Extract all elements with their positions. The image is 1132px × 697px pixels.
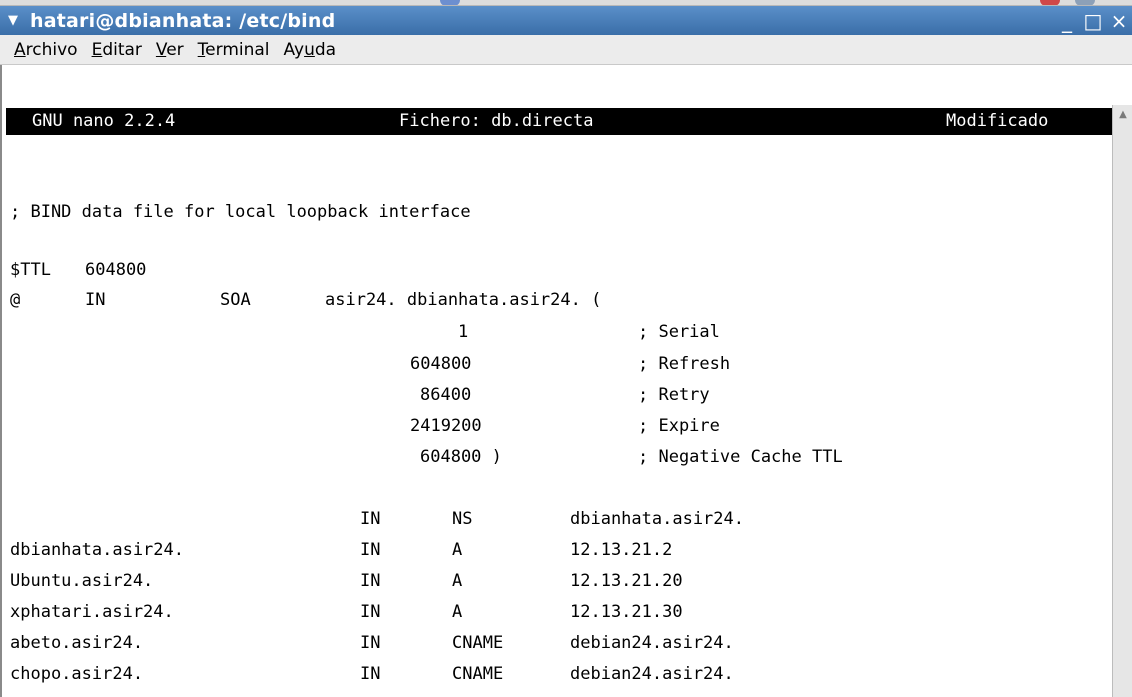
record-class: IN bbox=[360, 571, 381, 591]
window-menu-icon[interactable]: ▼ bbox=[8, 14, 24, 27]
record-value: 12.13.21.30 bbox=[570, 602, 683, 622]
record-name: chopo.asir24. bbox=[10, 664, 144, 684]
terminal-scrollbar[interactable]: ▲ bbox=[1112, 105, 1132, 697]
menubar: Archivo Editar Ver Terminal Ayuda bbox=[0, 35, 1132, 65]
soa-retry-comment: ; Retry bbox=[638, 385, 710, 405]
record-class: IN bbox=[360, 509, 381, 529]
file-comment: ; BIND data file for local loopback inte… bbox=[10, 202, 471, 222]
record-type: CNAME bbox=[452, 664, 504, 684]
menu-editar[interactable]: Editar bbox=[92, 40, 142, 60]
ttl-value: 604800 bbox=[85, 260, 147, 280]
soa-refresh-comment: ; Refresh bbox=[638, 354, 731, 374]
window-titlebar[interactable]: ▼ hatari@dbianhata: /etc/bind _ □ × bbox=[0, 6, 1132, 35]
soa-expire-value: 2419200 bbox=[410, 416, 482, 436]
nano-version: GNU nano 2.2.4 bbox=[32, 111, 176, 131]
record-value: debian24.asir24. bbox=[570, 664, 734, 684]
soa-expire-comment: ; Expire bbox=[638, 416, 720, 436]
record-type: A bbox=[452, 571, 463, 591]
soa-at: @ bbox=[10, 290, 21, 310]
soa-negttl-comment: ; Negative Cache TTL bbox=[638, 447, 843, 467]
window-title: hatari@dbianhata: /etc/bind bbox=[30, 9, 336, 32]
soa-negttl-value: 604800 ) bbox=[420, 447, 502, 467]
record-class: IN bbox=[360, 633, 381, 653]
record-type: NS bbox=[452, 509, 473, 529]
nano-filename: Fichero: db.directa bbox=[399, 111, 594, 131]
minimize-icon[interactable]: _ bbox=[1054, 6, 1080, 35]
soa-retry-value: 86400 bbox=[420, 385, 472, 405]
record-value: 12.13.21.20 bbox=[570, 571, 683, 591]
menu-terminal[interactable]: Terminal bbox=[198, 40, 270, 60]
soa-class: IN bbox=[85, 290, 106, 310]
menu-ver[interactable]: Ver bbox=[156, 40, 184, 60]
maximize-icon[interactable]: □ bbox=[1080, 6, 1106, 35]
record-name: dbianhata.asir24. bbox=[10, 540, 184, 560]
ttl-label: $TTL bbox=[10, 260, 51, 280]
menu-archivo[interactable]: Archivo bbox=[14, 40, 78, 60]
record-type: A bbox=[452, 602, 463, 622]
record-type: CNAME bbox=[452, 633, 504, 653]
record-class: IN bbox=[360, 602, 381, 622]
record-class: IN bbox=[360, 664, 381, 684]
record-class: IN bbox=[360, 540, 381, 560]
record-value: debian24.asir24. bbox=[570, 633, 734, 653]
soa-serial-comment: ; Serial bbox=[638, 322, 720, 342]
window-controls: _ □ × bbox=[1054, 6, 1132, 35]
record-value: 12.13.21.2 bbox=[570, 540, 673, 560]
soa-value: asir24. dbianhata.asir24. ( bbox=[325, 290, 602, 310]
close-icon[interactable]: × bbox=[1106, 6, 1132, 35]
nano-header: GNU nano 2.2.4 Fichero: db.directa Modif… bbox=[6, 108, 1112, 135]
record-name: abeto.asir24. bbox=[10, 633, 144, 653]
scroll-up-icon[interactable]: ▲ bbox=[1116, 109, 1130, 121]
record-type: A bbox=[452, 540, 463, 560]
record-value: dbianhata.asir24. bbox=[570, 509, 744, 529]
soa-type: SOA bbox=[220, 290, 251, 310]
menu-ayuda[interactable]: Ayuda bbox=[284, 40, 337, 60]
record-name: xphatari.asir24. bbox=[10, 602, 174, 622]
soa-serial-value: 1 bbox=[458, 322, 469, 342]
record-name: Ubuntu.asir24. bbox=[10, 571, 154, 591]
soa-refresh-value: 604800 bbox=[410, 354, 472, 374]
nano-status: Modificado bbox=[946, 111, 1049, 131]
